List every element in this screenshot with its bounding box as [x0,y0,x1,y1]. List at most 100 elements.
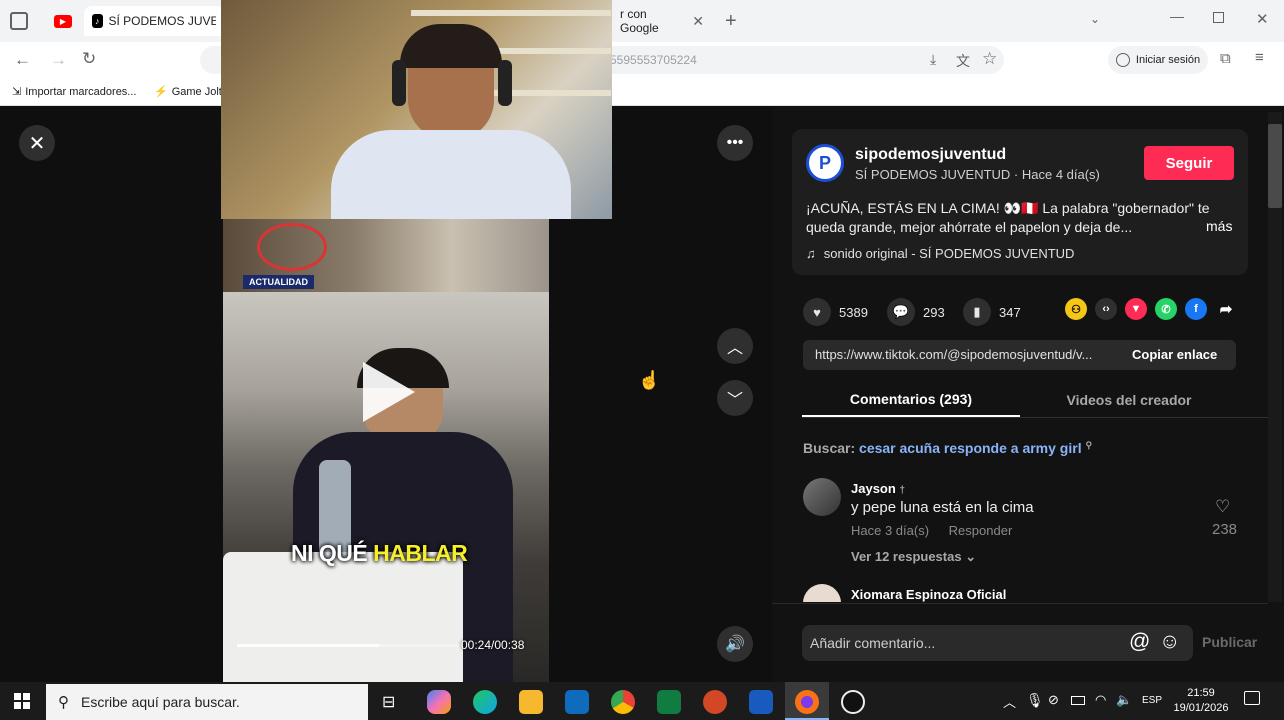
battery-icon[interactable] [1071,696,1085,705]
window-close-icon[interactable]: ✕ [1256,10,1269,28]
edge-icon[interactable] [473,690,497,714]
import-icon: ⇲ [12,86,22,98]
follow-button[interactable]: Seguir [1144,146,1234,180]
link-text[interactable]: https://www.tiktok.com/@sipodemosjuventu… [815,347,1115,362]
clock-date: 19/01/2026 [1173,702,1229,714]
file-explorer-icon[interactable] [519,690,543,714]
facebook-icon[interactable]: f [1185,298,1207,320]
more-link[interactable]: más [1200,218,1233,234]
tab-creator-videos[interactable]: Videos del creador [1020,382,1238,417]
close-video-button[interactable]: ✕ [19,125,55,161]
video-time: 00:24/00:38 [461,638,525,652]
tray-chevron-icon[interactable]: ︿ [1003,692,1016,711]
display-name-line: SÍ PODEMOS JUVENTUD · Hace 4 día(s) [855,167,1100,182]
excel-icon[interactable] [657,690,681,714]
scrollbar-thumb[interactable] [1268,124,1282,208]
whatsapp-icon[interactable]: ✆ [1155,298,1177,320]
send-icon[interactable]: ▼ [1125,298,1147,320]
view-replies-button[interactable]: Ver 12 respuestas ⌄ [851,549,976,565]
more-options-button[interactable]: ••• [717,125,753,161]
comment-user-line[interactable]: Jayson † [851,481,905,496]
heart-icon[interactable]: ♥ [803,298,831,326]
post-age: Hace 4 día(s) [1021,167,1100,182]
comment-age: Hace 3 día(s) [851,523,930,538]
extensions-icon[interactable]: ⧉ [1220,50,1231,67]
tab-comments[interactable]: Comentarios (293) [802,382,1020,417]
notifications-icon[interactable] [1244,691,1260,705]
clock[interactable]: 21:59 19/01/2026 [1172,686,1230,716]
reply-button[interactable]: Responder [949,523,1013,538]
comment-icon[interactable]: 💬 [887,298,915,326]
previous-video-thumbnail[interactable]: ACTUALIDAD [223,219,549,292]
comment-input[interactable]: Añadir comentario... [810,635,935,651]
share-arrow-icon[interactable]: ➦ [1215,298,1237,320]
comment-stat[interactable]: 💬 293 [887,298,945,326]
tab-youtube[interactable]: ▶ [46,6,86,36]
url-text: 5595553705224 [610,53,697,67]
translate-icon[interactable]: 文 [956,51,970,71]
scrollbar-track[interactable] [1268,112,1282,602]
bookmark-gamejolt[interactable]: ⚡ Game Jolt [154,85,222,99]
install-icon[interactable]: ⤓ [930,51,936,68]
menu-icon[interactable]: ≡ [1255,49,1264,66]
progress-track[interactable] [237,644,463,647]
powerpoint-icon[interactable] [703,690,727,714]
previous-video-button[interactable]: ︿ [717,328,753,364]
emoji-icon[interactable]: ☺ [1159,630,1180,654]
publish-button[interactable]: Publicar [1202,634,1257,650]
reload-icon[interactable]: ↻ [82,49,96,69]
volume-button[interactable]: 🔊 [717,626,753,662]
play-icon[interactable] [363,362,415,422]
star-icon[interactable]: ☆ [982,49,997,69]
comment-avatar[interactable] [803,478,841,516]
windows-start-icon[interactable] [14,693,30,709]
back-icon[interactable]: ← [14,50,31,70]
firefox-icon[interactable] [795,690,819,714]
word-icon[interactable] [749,690,773,714]
coin-icon[interactable]: ⚇ [1065,298,1087,320]
close-icon[interactable]: ✕ [692,13,704,30]
save-count: 347 [999,304,1021,320]
wifi-icon[interactable]: ◠ [1095,692,1106,708]
copilot-icon[interactable] [427,690,451,714]
bookmark-import[interactable]: ⇲ Importar marcadores... [12,85,136,99]
comment-badge: † [899,485,905,496]
taskbar-search-input[interactable]: Escribe aquí para buscar. [81,694,240,710]
embed-icon[interactable]: ‹› [1095,298,1117,320]
video-player[interactable]: NI QUÉ HABLAR 00:24/00:38 [223,292,549,682]
sign-in-button[interactable]: Iniciar sesión [1108,46,1208,74]
network-off-icon[interactable]: ⊘ [1048,692,1059,708]
comment-input-box[interactable]: Añadir comentario... @ ☺ [802,625,1193,661]
comment-like-icon[interactable]: ♡ [1215,497,1230,517]
outlook-icon[interactable] [565,690,589,714]
copy-link-button[interactable]: Copiar enlace [1132,347,1217,362]
tab-label: r con Google [620,7,659,35]
next-video-button[interactable]: ﹀ [717,380,753,416]
avatar[interactable]: P [806,144,844,182]
tab-overview-icon[interactable] [10,12,28,30]
microphone-icon[interactable]: 🎙 [1026,692,1044,709]
minimize-icon[interactable]: — [1170,8,1184,24]
save-stat[interactable]: ▮ 347 [963,298,1021,326]
language-indicator[interactable]: ESP [1142,695,1162,706]
task-view-icon[interactable]: ⊟ [382,692,395,712]
like-stat[interactable]: ♥ 5389 [803,298,868,326]
comment-user[interactable]: Xiomara Espinoza Oficial [851,587,1006,602]
chevron-down-icon[interactable]: ⌄ [1090,12,1100,26]
tab-google[interactable]: r con Google ✕ [612,6,712,36]
speaker-icon[interactable]: 🔈 [1116,692,1132,708]
comment-avatar[interactable] [803,584,841,602]
tab-tiktok[interactable]: ♪ SÍ PODEMOS JUVENTUD [84,6,224,36]
search-suggestion[interactable]: Buscar: cesar acuña responde a army girl… [803,440,1092,456]
username[interactable]: sipodemosjuventud [855,146,1006,164]
taskbar-search[interactable]: ⚲ Escribe aquí para buscar. [46,684,368,720]
forward-icon[interactable]: → [50,50,67,70]
mention-icon[interactable]: @ [1129,630,1150,654]
chrome-icon[interactable] [611,690,635,714]
bookmark-icon[interactable]: ▮ [963,298,991,326]
recorder-icon[interactable] [841,690,865,714]
new-tab-icon[interactable]: + [725,10,737,33]
sound-line[interactable]: ♫ sonido original - SÍ PODEMOS JUVENTUD [806,246,1074,261]
thumb-circle [257,223,327,271]
maximize-icon[interactable] [1213,12,1224,23]
